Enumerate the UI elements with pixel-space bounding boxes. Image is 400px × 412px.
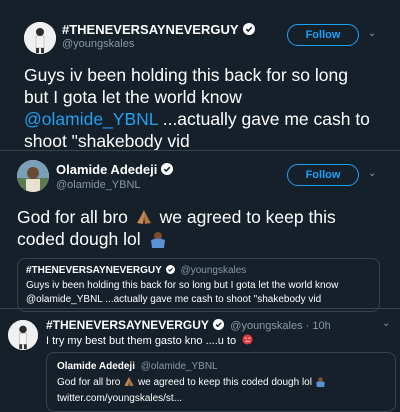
verified-badge-icon [165,265,175,274]
avatar[interactable] [24,22,56,54]
avatar[interactable] [8,320,38,350]
user-handle[interactable]: @youngskales [62,38,134,50]
quoted-text-line: God for all bro [57,377,121,388]
folded-hands-emoji-icon [124,376,134,387]
quoted-text-line: Guys iv been holding this back for so lo… [26,280,339,291]
user-handle: @youngskales [180,265,247,276]
tweet-youngskales-reply: #THENEVERSAYNEVERGUY @youngskales · 10h … [0,308,400,412]
quoted-tweet[interactable]: #THENEVERSAYNEVERGUY @youngskales Guys i… [17,258,380,312]
display-name: Olamide Adedeji [57,361,135,372]
quoted-text-line: @olamide_YBNL ...actually gave me cash t… [26,294,322,305]
tweet-text: God for all bro we agreed to keep this c… [17,207,336,249]
mention-link[interactable]: @olamide_YBNL [24,109,158,129]
tweet-youngskales: #THENEVERSAYNEVERGUY @youngskales Follow… [0,0,400,151]
person-shrugging-emoji-icon [315,377,325,387]
verified-badge-icon [242,23,255,35]
quoted-text-line: we agreed to keep this coded dough lol [137,377,312,388]
user-handle: @olamide_YBNL [140,361,218,372]
angry-face-emoji-icon [242,334,253,345]
person-icon [24,22,56,54]
person-icon [8,320,38,350]
tweet-link[interactable]: twitter.com/youngskales/st... [57,392,182,406]
tweet-text: I try my best but them gasto kno ....u t… [46,335,237,347]
display-name[interactable]: #THENEVERSAYNEVERGUY [62,22,239,37]
display-name: #THENEVERSAYNEVERGUY [26,265,162,276]
display-name[interactable]: Olamide Adedeji [56,162,157,177]
chevron-down-icon[interactable]: ⌄ [382,318,390,329]
user-handle[interactable]: @olamide_YBNL [56,179,141,191]
verified-badge-icon [212,319,224,330]
tweet-olamide: Olamide Adedeji @olamide_YBNL Follow ⌄ G… [0,150,400,312]
quoted-tweet[interactable]: Olamide Adedeji @olamide_YBNL God for al… [46,352,396,412]
avatar[interactable] [17,160,49,192]
verified-badge-icon [161,163,174,175]
person-icon [17,160,49,192]
tweet-text: Guys iv been holding this back for so lo… [24,65,370,151]
person-shrugging-emoji-icon [151,232,166,248]
folded-hands-emoji-icon [136,210,151,224]
chevron-down-icon[interactable]: ⌄ [368,168,376,179]
chevron-down-icon[interactable]: ⌄ [368,28,376,39]
follow-button[interactable]: Follow [287,24,359,46]
handle-and-timestamp[interactable]: @youngskales · 10h [230,320,330,332]
display-name[interactable]: #THENEVERSAYNEVERGUY [46,318,209,332]
follow-button[interactable]: Follow [287,164,359,186]
